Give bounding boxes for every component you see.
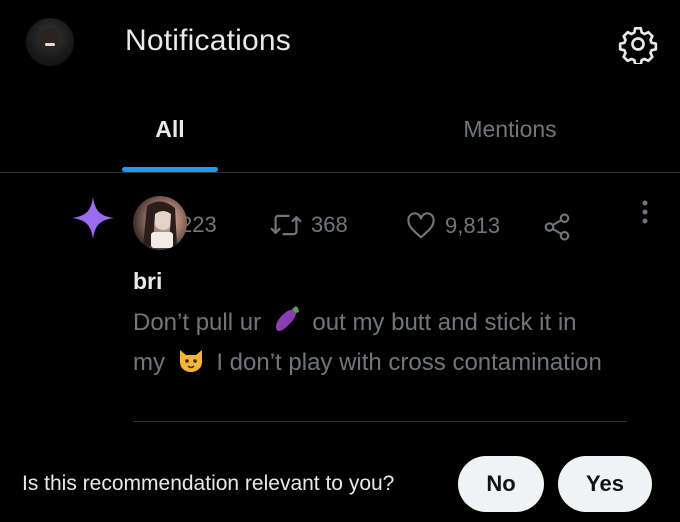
sparkle-icon bbox=[70, 195, 116, 241]
tab-all[interactable]: All bbox=[122, 116, 218, 143]
tweet-text[interactable]: Don’t pull ur out my butt and stick it i… bbox=[133, 304, 603, 384]
page-title: Notifications bbox=[125, 24, 292, 57]
tweet-text-part1: Don’t pull ur bbox=[133, 309, 262, 336]
heart-icon bbox=[407, 212, 435, 239]
avatar-smile bbox=[45, 43, 55, 46]
user-avatar[interactable] bbox=[133, 196, 187, 250]
like-stat[interactable]: 9,813 bbox=[406, 212, 500, 240]
retweet-icon bbox=[270, 214, 302, 236]
like-count: 9,813 bbox=[445, 213, 501, 238]
gear-icon[interactable] bbox=[618, 24, 658, 66]
tweet-text-part3: I don’t play with cross contamination bbox=[216, 349, 602, 376]
recommendation-question: Is this recommendation relevant to you? bbox=[22, 472, 395, 495]
user-name[interactable]: bri bbox=[133, 268, 162, 295]
yes-button[interactable]: Yes bbox=[558, 456, 652, 512]
avatar-face bbox=[40, 28, 60, 52]
tab-mentions[interactable]: Mentions bbox=[440, 116, 580, 143]
profile-avatar[interactable] bbox=[26, 18, 74, 66]
no-button[interactable]: No bbox=[458, 456, 544, 512]
more-options-icon[interactable] bbox=[642, 200, 648, 224]
tabs-divider bbox=[0, 172, 680, 173]
content-divider bbox=[133, 421, 627, 422]
retweet-count: 368 bbox=[311, 212, 348, 237]
eggplant-emoji bbox=[272, 304, 302, 344]
share-icon[interactable] bbox=[542, 212, 572, 247]
cat-emoji bbox=[176, 344, 206, 384]
retweet-stat[interactable]: 368 bbox=[270, 212, 348, 238]
